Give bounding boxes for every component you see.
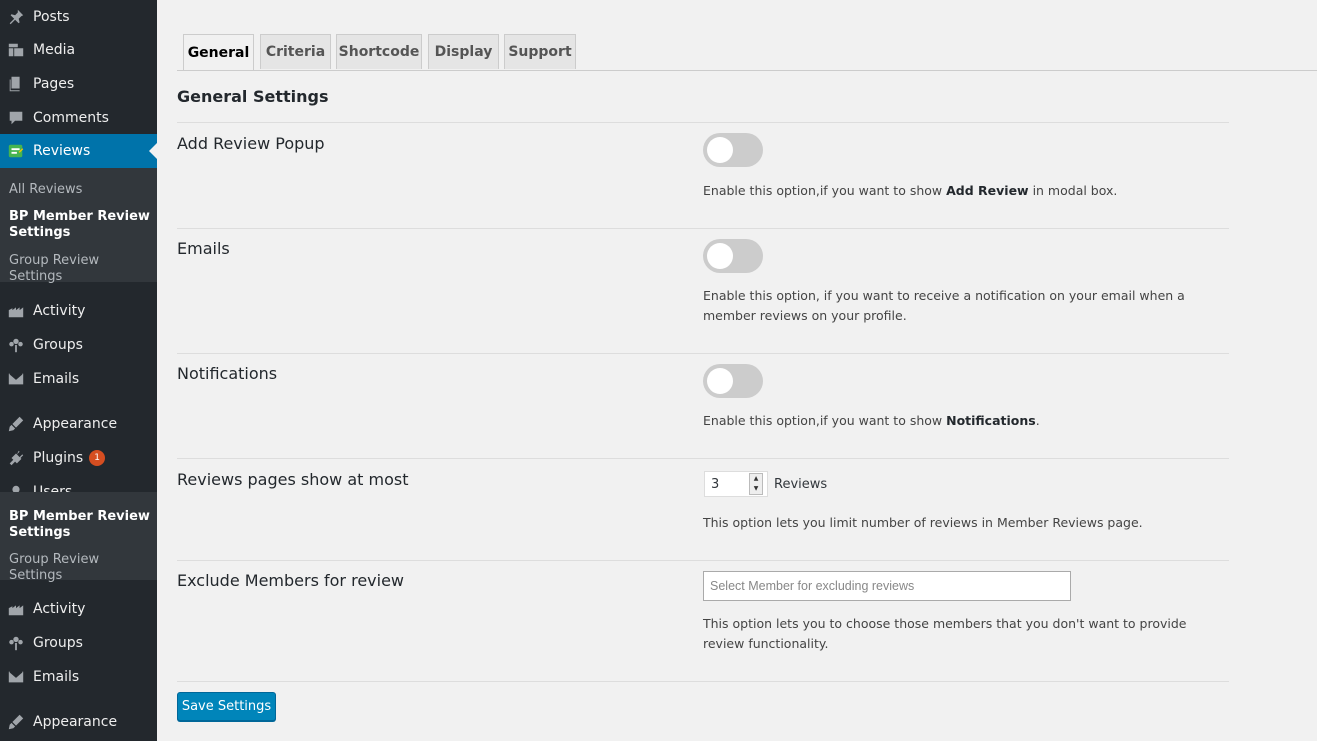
emails-toggle[interactable] bbox=[703, 239, 763, 273]
menu-item-groups[interactable]: Groups bbox=[0, 626, 157, 660]
brush-icon bbox=[7, 713, 25, 731]
divider bbox=[177, 458, 1229, 459]
menu-item-label: Groups bbox=[33, 635, 83, 651]
emails-label: Emails bbox=[177, 239, 230, 258]
menu-item-media[interactable]: Media bbox=[0, 33, 157, 67]
tab-general[interactable]: General bbox=[183, 34, 254, 70]
toggle-knob bbox=[707, 243, 733, 269]
menu-item-comments[interactable]: Comments bbox=[0, 101, 157, 135]
menu-item-activity[interactable]: Activity bbox=[0, 592, 157, 626]
menu-item-label: Groups bbox=[33, 337, 83, 353]
pin-icon bbox=[7, 8, 25, 26]
tab-display[interactable]: Display bbox=[428, 34, 499, 69]
reviews-per-page-description: This option lets you limit number of rev… bbox=[703, 515, 1143, 530]
menu-item-appearance[interactable]: Appearance bbox=[0, 705, 157, 739]
menu-item-label: Reviews bbox=[33, 143, 91, 159]
groups-icon bbox=[7, 336, 25, 354]
menu-item-users[interactable]: Users bbox=[0, 474, 157, 492]
tab-shortcode[interactable]: Shortcode bbox=[336, 34, 422, 69]
user-icon bbox=[7, 484, 25, 492]
reviews-per-page-label: Reviews pages show at most bbox=[177, 470, 409, 489]
menu-item-label: Users bbox=[33, 484, 73, 492]
add-review-popup-toggle[interactable] bbox=[703, 133, 763, 167]
divider bbox=[177, 228, 1229, 229]
comment-icon bbox=[7, 109, 25, 127]
notifications-description: Enable this option,if you want to show N… bbox=[703, 413, 1040, 428]
submenu-group-review-settings[interactable]: Group Review Settings bbox=[9, 253, 154, 285]
number-spinner[interactable]: ▲ ▼ bbox=[749, 473, 763, 495]
menu-item-activity[interactable]: Activity bbox=[0, 294, 157, 328]
menu-item-label: Media bbox=[33, 42, 76, 58]
exclude-members-label: Exclude Members for review bbox=[177, 571, 404, 590]
activity-icon bbox=[7, 302, 25, 320]
add-review-popup-label: Add Review Popup bbox=[177, 134, 325, 153]
submenu-all-reviews[interactable]: All Reviews bbox=[9, 182, 154, 198]
menu-item-posts[interactable]: Posts bbox=[0, 0, 157, 34]
save-settings-button[interactable]: Save Settings bbox=[177, 692, 276, 721]
menu-item-pages[interactable]: Pages bbox=[0, 67, 157, 101]
pages-icon bbox=[7, 75, 25, 93]
spin-down-icon[interactable]: ▼ bbox=[750, 484, 762, 494]
mail-icon bbox=[7, 668, 25, 686]
menu-item-label: Appearance bbox=[33, 714, 118, 730]
mail-icon bbox=[7, 370, 25, 388]
reviews-per-page-input[interactable]: 3 ▲ ▼ bbox=[704, 471, 768, 497]
menu-item-label: Comments bbox=[33, 110, 109, 126]
menu-item-appearance[interactable]: Appearance bbox=[0, 407, 157, 441]
menu-item-label: Emails bbox=[33, 669, 80, 685]
activity-icon bbox=[7, 600, 25, 618]
brush-icon bbox=[7, 415, 25, 433]
flyout-submenu: BP Member Review Settings Group Review S… bbox=[0, 492, 157, 583]
update-count-badge: 1 bbox=[89, 450, 106, 466]
spin-up-icon[interactable]: ▲ bbox=[750, 474, 762, 484]
menu-item-emails[interactable]: Emails bbox=[0, 660, 157, 694]
menu-item-label: Pages bbox=[33, 76, 75, 92]
media-icon bbox=[7, 41, 25, 59]
notifications-label: Notifications bbox=[177, 364, 278, 383]
add-review-popup-description: Enable this option,if you want to show A… bbox=[703, 183, 1118, 198]
section-title: General Settings bbox=[177, 87, 329, 106]
menu-item-label: Posts bbox=[33, 9, 70, 25]
menu-item-label: Emails bbox=[33, 371, 80, 387]
divider bbox=[177, 560, 1229, 561]
menu-item-label: Plugins bbox=[33, 450, 84, 466]
plugin-icon bbox=[7, 449, 25, 467]
tab-criteria[interactable]: Criteria bbox=[260, 34, 331, 69]
menu-item-label: Activity bbox=[33, 303, 86, 319]
exclude-members-description: This option lets you to choose those mem… bbox=[703, 616, 1187, 651]
divider bbox=[177, 681, 1229, 682]
reviews-unit-label: Reviews bbox=[774, 477, 828, 492]
toggle-knob bbox=[707, 368, 733, 394]
menu-item-label: Appearance bbox=[33, 416, 118, 432]
submenu-bp-member-review-settings[interactable]: BP Member Review Settings bbox=[9, 209, 154, 241]
submenu-bp-member-review-settings[interactable]: BP Member Review Settings bbox=[9, 509, 154, 541]
settings-tabs: General Criteria Shortcode Display Suppo… bbox=[177, 34, 1317, 71]
tab-support[interactable]: Support bbox=[504, 34, 576, 69]
admin-sidebar: Posts Media Pages Comments Reviews All R… bbox=[0, 0, 157, 741]
menu-item-label: Activity bbox=[33, 601, 86, 617]
groups-icon bbox=[7, 634, 25, 652]
menu-item-reviews[interactable]: Reviews bbox=[0, 134, 157, 168]
menu-item-groups[interactable]: Groups bbox=[0, 328, 157, 362]
menu-item-emails[interactable]: Emails bbox=[0, 362, 157, 396]
submenu-group-review-settings[interactable]: Group Review Settings bbox=[9, 552, 154, 584]
toggle-knob bbox=[707, 137, 733, 163]
menu-item-plugins[interactable]: Plugins 1 bbox=[0, 441, 157, 475]
divider bbox=[177, 353, 1229, 354]
divider bbox=[177, 122, 1229, 123]
notifications-toggle[interactable] bbox=[703, 364, 763, 398]
emails-description: Enable this option, if you want to recei… bbox=[703, 288, 1185, 323]
reviews-icon bbox=[7, 142, 25, 160]
exclude-members-select[interactable]: Select Member for excluding reviews bbox=[703, 571, 1071, 601]
reviews-per-page-value: 3 bbox=[711, 476, 720, 492]
reviews-submenu: All Reviews BP Member Review Settings Gr… bbox=[0, 168, 157, 285]
